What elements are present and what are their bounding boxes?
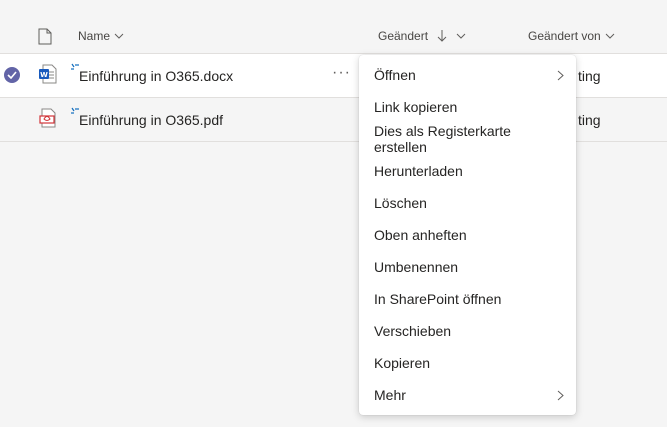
column-header-modified-label: Geändert xyxy=(378,29,429,43)
context-menu-item-label: Löschen xyxy=(374,195,427,211)
column-header-modified[interactable]: Geändert xyxy=(378,29,466,43)
context-menu-item-label: Dies als Registerkarte erstellen xyxy=(374,123,511,155)
pdf-file-icon xyxy=(38,108,58,133)
context-menu-item-label: Öffnen xyxy=(374,67,416,83)
column-header-name-label: Name xyxy=(78,29,111,43)
context-menu-item-label: In SharePoint öffnen xyxy=(374,291,502,307)
chevron-down-icon xyxy=(456,33,466,39)
context-menu-item[interactable]: In SharePoint öffnen xyxy=(359,283,576,315)
file-context-menu: Öffnen Link kopieren Dies als Registerkart… xyxy=(359,55,576,415)
more-options-button[interactable]: ··· xyxy=(332,64,351,82)
context-menu-item[interactable]: Verschieben xyxy=(359,315,576,347)
context-menu-item[interactable]: Link kopieren xyxy=(359,91,576,123)
file-name[interactable]: Einführung in O365.pdf xyxy=(79,112,223,128)
context-menu-item[interactable]: Kopieren xyxy=(359,347,576,379)
context-menu-item[interactable]: Herunterladen xyxy=(359,155,576,187)
context-menu-item-label: Verschieben xyxy=(374,323,452,339)
chevron-right-icon xyxy=(557,390,564,401)
context-menu-item[interactable]: Löschen xyxy=(359,187,576,219)
column-header-modified-by[interactable]: Geändert von xyxy=(528,29,615,43)
sort-descending-icon xyxy=(437,30,447,42)
file-type-header-icon[interactable] xyxy=(38,28,52,50)
context-menu-item[interactable]: Oben anheften xyxy=(359,219,576,251)
modified-by-value: ting xyxy=(578,112,601,128)
chevron-down-icon xyxy=(114,33,124,39)
word-file-icon: W xyxy=(38,64,58,89)
svg-text:W: W xyxy=(40,71,48,79)
modified-by-value: ting xyxy=(578,68,601,84)
context-menu-item[interactable]: Umbenennen xyxy=(359,251,576,283)
context-menu-item[interactable]: Dies als Registerkarte erstellen xyxy=(359,123,576,155)
context-menu-item-label: Mehr xyxy=(374,387,406,403)
context-menu-item-label: Link kopieren xyxy=(374,99,458,115)
chevron-right-icon xyxy=(557,70,564,81)
context-menu-item-label: Kopieren xyxy=(374,355,431,371)
file-list-header: Name Geändert Geändert von xyxy=(0,0,667,54)
row-selected-checkmark-icon[interactable] xyxy=(4,67,20,83)
column-header-modified-by-label: Geändert von xyxy=(528,29,601,43)
file-name[interactable]: Einführung in O365.docx xyxy=(79,68,233,84)
column-header-name[interactable]: Name xyxy=(78,29,124,43)
context-menu-item[interactable]: Öffnen xyxy=(359,59,576,91)
context-menu-item-label: Oben anheften xyxy=(374,227,467,243)
context-menu-item-label: Umbenennen xyxy=(374,259,459,275)
context-menu-item[interactable]: Mehr xyxy=(359,379,576,411)
context-menu-item-label: Herunterladen xyxy=(374,163,463,179)
chevron-down-icon xyxy=(605,33,615,39)
